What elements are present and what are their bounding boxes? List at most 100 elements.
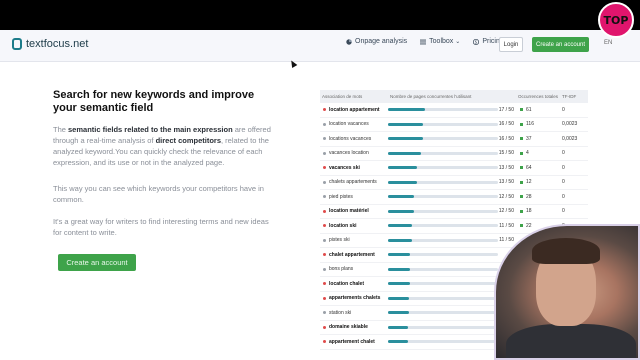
competitor-count: 11 / 50	[499, 222, 514, 229]
chevron-down-icon: ⌄	[455, 39, 461, 45]
keyword-cell: pied pistes	[320, 194, 388, 200]
status-dot-icon	[323, 282, 326, 286]
table-row[interactable]: vacances location 15 / 50 4 0	[320, 147, 588, 161]
status-dot-icon	[323, 238, 326, 242]
competitor-usage-fill	[388, 296, 409, 300]
status-dot-icon	[323, 267, 326, 271]
occurrences-value: 4	[526, 150, 529, 157]
tfidf-value: 0	[562, 106, 565, 113]
login-button[interactable]: Login	[499, 37, 523, 52]
keyword-text: chalet appartement	[329, 251, 375, 258]
keyword-cell: appartement chalet	[320, 339, 388, 345]
table-row[interactable]: location appartement 17 / 50 61 0	[320, 103, 588, 118]
competitor-usage-fill	[388, 267, 410, 271]
svg-text:$: $	[475, 39, 478, 44]
occurrences-value: 37	[526, 135, 532, 142]
keyword-text: location matériel	[329, 208, 369, 215]
tfidf-value: 0	[562, 193, 565, 200]
occurrence-marker-icon	[520, 137, 523, 141]
nav-onpage-analysis[interactable]: Onpage analysis	[346, 38, 407, 45]
hero-title: Search for new keywords and improve your…	[53, 89, 255, 114]
competitor-usage-bar	[388, 180, 498, 184]
occurrence-marker-icon	[520, 122, 523, 126]
occurrence-marker-icon	[520, 195, 523, 199]
keyword-cell: location chalet	[320, 281, 388, 287]
presenter-hair	[532, 238, 600, 264]
competitor-usage-fill	[388, 137, 424, 141]
table-row[interactable]: location vacances 16 / 50 116 0,0023	[320, 118, 588, 132]
keyword-text: vacances ski	[329, 164, 360, 171]
occurrences-cell: 28	[516, 194, 560, 200]
create-account-button[interactable]: Create an account	[532, 37, 589, 52]
tfidf-value: 0	[562, 150, 565, 157]
occurrences-value: 12	[526, 179, 532, 186]
hero-create-account-button[interactable]: Create an account	[58, 254, 136, 271]
keyword-text: locations vacances	[329, 135, 372, 142]
dollar-icon: $	[473, 38, 480, 45]
competitor-usage-bar	[388, 282, 498, 286]
table-row[interactable]: vacances ski 13 / 50 64 0	[320, 161, 588, 176]
competitor-usage-fill	[388, 311, 409, 315]
keyword-text: appartements chalets	[329, 295, 381, 302]
pie-chart-icon	[346, 38, 352, 45]
competitor-usage-bar	[388, 340, 498, 344]
keyword-cell: location appartement	[320, 107, 388, 113]
competitor-usage-bar	[388, 209, 498, 213]
competitor-usage-bar	[388, 296, 498, 300]
competitor-usage-fill	[388, 224, 413, 228]
nav-onpage-analysis-label: Onpage analysis	[355, 38, 408, 45]
occurrence-marker-icon	[520, 224, 523, 228]
occurrences-cell: 116	[516, 121, 560, 127]
status-dot-icon	[323, 108, 326, 112]
tfidf-value: 0	[562, 208, 565, 215]
language-selector[interactable]: EN	[604, 40, 612, 46]
status-dot-icon	[323, 195, 326, 199]
competitor-count: 16 / 50	[498, 135, 514, 142]
status-dot-icon	[323, 137, 326, 141]
competitor-usage-bar	[388, 122, 498, 126]
keyword-cell: locations vacances	[320, 136, 388, 142]
table-row[interactable]: pied pistes 12 / 50 28 0	[320, 190, 588, 205]
occurrences-value: 22	[526, 222, 532, 229]
competitor-count: 17 / 50	[498, 106, 514, 113]
competitor-usage-fill	[388, 151, 421, 155]
keyword-text: domaine skiable	[329, 324, 368, 331]
status-dot-icon	[323, 340, 326, 344]
hero-paragraph-2: This way you can see which keywords your…	[53, 184, 264, 204]
tfidf-value: 0	[562, 164, 565, 171]
keyword-text: vacances location	[329, 150, 369, 157]
p1-text-a: The	[53, 125, 69, 134]
brand-logo[interactable]: textfocus.net	[12, 38, 88, 50]
p1-bold-semantic-fields: semantic fields related to the main expr…	[68, 125, 233, 134]
keyword-cell: domaine skiable	[320, 324, 388, 330]
header-occurrences[interactable]: Occurrences totales	[516, 94, 560, 99]
header-keyword[interactable]: Association de mots	[320, 94, 388, 99]
header-tfidf[interactable]: TF-IDF	[560, 94, 584, 99]
keyword-cell: appartements chalets	[320, 295, 388, 301]
table-row[interactable]: locations vacances 16 / 50 37 0,0023	[320, 132, 588, 147]
table-row[interactable]: chalets appartements 13 / 50 12 0	[320, 176, 588, 190]
occurrence-marker-icon	[520, 166, 523, 170]
competitor-usage-fill	[388, 180, 417, 184]
competitor-usage-bar	[388, 325, 498, 329]
competitor-usage-fill	[388, 209, 415, 213]
nav-toolbox[interactable]: Toolbox ⌄	[420, 38, 460, 45]
presenter-webcam	[494, 224, 640, 360]
status-dot-icon	[323, 224, 326, 228]
competitor-usage-bar	[388, 267, 498, 271]
occurrence-marker-icon	[520, 180, 523, 184]
status-dot-icon	[323, 151, 326, 155]
presenter-shirt	[506, 324, 636, 358]
competitor-usage-fill	[388, 282, 410, 286]
table-row[interactable]: location matériel 12 / 50 18 0	[320, 205, 588, 219]
keyword-cell: location ski	[320, 223, 388, 229]
competitor-usage-fill	[388, 166, 417, 170]
keyword-text: bons plans	[329, 266, 354, 273]
competitor-usage-fill	[388, 195, 415, 199]
occurrence-marker-icon	[520, 108, 523, 112]
header-pages-count[interactable]: Nombre de pages concurrentes l'utilisant	[388, 94, 516, 99]
occurrences-value: 28	[526, 193, 532, 200]
keyword-cell: chalet appartement	[320, 252, 388, 258]
keyword-cell: chalets appartements	[320, 179, 388, 185]
competitor-usage-fill	[388, 340, 408, 344]
